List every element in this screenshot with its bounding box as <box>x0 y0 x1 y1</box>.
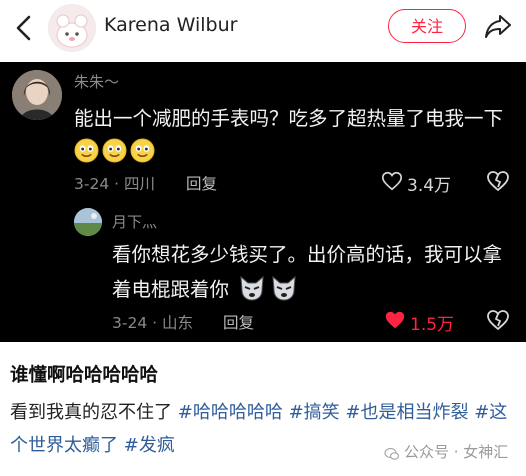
hashtag[interactable]: #哈哈哈哈哈 <box>178 402 283 423</box>
hashtag[interactable]: #也是相当炸裂 <box>345 402 468 423</box>
comment-text: 能出一个减肥的手表吗？吃多了超热量了电我一下 <box>74 102 514 168</box>
post-header: Karena Wilbur 关注 <box>0 0 526 56</box>
reply-author[interactable]: 月下灬 <box>112 211 157 232</box>
commenter-photo <box>12 70 62 120</box>
reply-like-count: 1.5万 <box>410 315 455 335</box>
hashtag[interactable]: #发疯 <box>124 435 175 456</box>
back-arrow-icon[interactable] <box>12 14 36 42</box>
reply-body: 看你想花多少钱买了。出价高的话，我可以拿着电棍跟着你 <box>112 243 503 301</box>
reply-text: 看你想花多少钱买了。出价高的话，我可以拿着电棍跟着你 <box>112 237 512 307</box>
reply-button[interactable]: 回复 <box>186 172 217 194</box>
reply-reply-button[interactable]: 回复 <box>223 311 254 333</box>
emoji-icon <box>130 138 155 163</box>
wolf-emoji-icon <box>240 275 264 301</box>
hashtag[interactable]: #搞笑 <box>289 402 340 423</box>
watermark: 公众号 · 女神汇 <box>404 443 509 461</box>
author-avatar[interactable] <box>48 4 96 52</box>
post-title: 谁懂啊哈哈哈哈哈 <box>10 365 159 386</box>
author-name[interactable]: Karena Wilbur <box>104 14 237 36</box>
wolf-emoji-icon <box>272 275 296 301</box>
wechat-icon <box>384 447 400 460</box>
share-icon[interactable] <box>483 11 513 41</box>
dislike-icon[interactable] <box>486 308 510 332</box>
comment-screenshot: 朱朱～ 能出一个减肥的手表吗？吃多了超热量了电我一下 3-24 · 四川 回复 … <box>0 62 526 342</box>
emoji-icon <box>74 138 99 163</box>
avatar-image <box>49 5 95 51</box>
commenter-avatar[interactable] <box>12 70 62 120</box>
follow-button[interactable]: 关注 <box>388 9 466 43</box>
dislike-icon[interactable] <box>486 169 510 193</box>
replier-photo <box>74 208 102 236</box>
comment-date-location: 3-24 · 四川 <box>74 175 155 193</box>
reply-date-location: 3-24 · 山东 <box>112 314 193 332</box>
comment-body: 能出一个减肥的手表吗？吃多了超热量了电我一下 <box>74 107 504 130</box>
heart-icon[interactable] <box>381 170 403 192</box>
replier-avatar[interactable] <box>74 208 102 236</box>
post-text: 看到我真的忍不住了 <box>10 402 178 423</box>
heart-filled-icon[interactable] <box>384 309 406 331</box>
comment-author[interactable]: 朱朱～ <box>74 71 119 92</box>
emoji-icon <box>102 138 127 163</box>
like-count: 3.4万 <box>407 176 452 196</box>
